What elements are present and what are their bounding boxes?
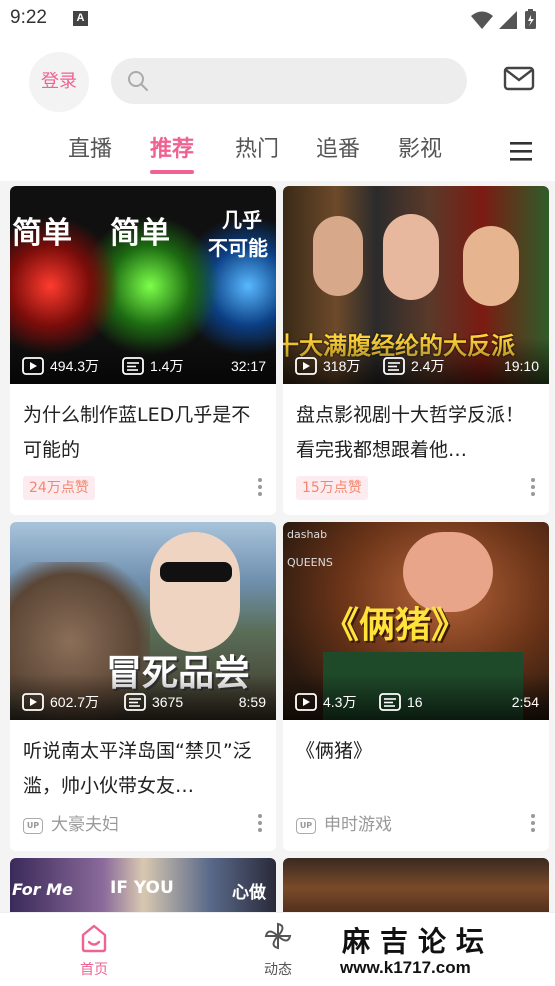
- thumbnail-caption: QUEENS: [287, 556, 333, 569]
- video-card[interactable]: dashab QUEENS 《俩猪》 4.3万 16 2:54 《俩猪》 UP 申…: [283, 522, 549, 851]
- video-thumbnail[interactable]: dashab QUEENS 《俩猪》 4.3万 16 2:54: [283, 522, 549, 720]
- watermark: 麻吉论坛 www.k1717.com: [330, 914, 500, 980]
- thumbnail-sunglasses: [160, 562, 232, 582]
- video-thumbnail[interactable]: 简单 简单 几乎 不可能 494.3万 1.4万 32:17: [10, 186, 276, 384]
- video-duration: 32:17: [230, 358, 266, 374]
- video-card[interactable]: 简单 简单 几乎 不可能 494.3万 1.4万 32:17 为什么制作蓝LED…: [10, 186, 276, 515]
- thumbnail-caption: 不可能: [208, 236, 268, 260]
- thumbnail-caption: 几乎: [222, 208, 262, 232]
- video-title[interactable]: 为什么制作蓝LED几乎是不可能的: [23, 398, 263, 468]
- video-stats: 4.3万 16 2:54: [295, 692, 539, 712]
- tab-film-tv[interactable]: 影视: [398, 130, 442, 176]
- uploader-name: 大豪夫妇: [51, 815, 119, 835]
- tab-hot[interactable]: 热门: [235, 130, 279, 176]
- uploader[interactable]: UP 申时游戏: [296, 814, 392, 836]
- up-icon: UP: [23, 818, 43, 834]
- video-stats: 602.7万 3675 8:59: [22, 692, 266, 712]
- video-title[interactable]: 盘点影视剧十大哲学反派！看完我都想跟着他…: [296, 398, 536, 468]
- danmaku-count-icon: [122, 357, 144, 375]
- more-vertical-icon[interactable]: [531, 478, 535, 496]
- notification-icon: A: [73, 11, 88, 26]
- play-count-icon: [295, 693, 317, 711]
- video-duration: 8:59: [238, 694, 266, 710]
- video-card[interactable]: For Me IF YOU 心做: [10, 858, 276, 918]
- nav-home[interactable]: 首页: [54, 913, 134, 986]
- like-badge: 24万点赞: [23, 476, 95, 500]
- video-card[interactable]: 十大满腹经纶的大反派 318万 2.4万 19:10 盘点影视剧十大哲学反派！看…: [283, 186, 549, 515]
- watermark-title: 麻吉论坛: [342, 925, 495, 958]
- signal-icon: [499, 11, 517, 29]
- video-thumbnail[interactable]: [283, 858, 549, 918]
- search-icon: [128, 71, 148, 91]
- tab-follow-anime[interactable]: 追番: [316, 130, 360, 176]
- category-tabs: 直播 推荐 热门 追番 影视: [0, 130, 555, 176]
- video-stats: 318万 2.4万 19:10: [295, 356, 539, 376]
- thumbnail-caption: dashab: [287, 528, 328, 541]
- pinwheel-icon: [264, 922, 292, 950]
- video-title[interactable]: 听说南太平洋岛国“禁贝”泛滥，帅小伙带女友…: [23, 734, 263, 804]
- video-stats: 494.3万 1.4万 32:17: [22, 356, 266, 376]
- thumbnail-caption: 《俩猪》: [323, 605, 468, 646]
- nav-activity[interactable]: 动态: [238, 913, 318, 986]
- danmaku-count-icon: [379, 693, 401, 711]
- danmaku-count-icon: [124, 693, 146, 711]
- thumbnail-caption: For Me: [12, 880, 73, 899]
- thumbnail-face: [150, 532, 240, 652]
- login-button[interactable]: 登录: [29, 52, 89, 112]
- nav-home-label: 首页: [80, 962, 108, 978]
- danmaku-count-icon: [383, 357, 405, 375]
- mail-icon[interactable]: [503, 66, 535, 92]
- thumbnail-caption: IF YOU: [110, 878, 174, 898]
- system-status-icons: [471, 9, 536, 29]
- like-badge: 15万点赞: [296, 476, 368, 500]
- menu-icon[interactable]: [510, 141, 532, 161]
- thumbnail-face: [463, 226, 519, 306]
- more-vertical-icon[interactable]: [258, 814, 262, 832]
- wifi-icon: [471, 11, 493, 29]
- video-title[interactable]: 《俩猪》: [296, 734, 536, 804]
- video-duration: 2:54: [511, 694, 539, 710]
- home-icon: [81, 924, 107, 953]
- thumbnail-caption: 简单: [12, 216, 72, 251]
- thumbnail-face: [313, 216, 363, 296]
- status-bar: 9:22 A: [0, 0, 555, 38]
- thumbnail-caption: 简单: [110, 216, 170, 251]
- video-card[interactable]: 冒死品尝 602.7万 3675 8:59 听说南太平洋岛国“禁贝”泛滥，帅小伙…: [10, 522, 276, 851]
- video-thumbnail[interactable]: 十大满腹经纶的大反派 318万 2.4万 19:10: [283, 186, 549, 384]
- play-count-icon: [22, 693, 44, 711]
- video-card[interactable]: [283, 858, 549, 918]
- uploader[interactable]: UP 大豪夫妇: [23, 814, 119, 836]
- uploader-name: 申时游戏: [324, 815, 392, 835]
- up-icon: UP: [296, 818, 316, 834]
- thumbnail-face: [383, 214, 439, 300]
- video-thumbnail[interactable]: For Me IF YOU 心做: [10, 858, 276, 918]
- video-duration: 19:10: [503, 358, 539, 374]
- play-count-icon: [295, 357, 317, 375]
- search-input[interactable]: [111, 58, 467, 104]
- video-thumbnail[interactable]: 冒死品尝 602.7万 3675 8:59: [10, 522, 276, 720]
- nav-activity-label: 动态: [264, 962, 292, 978]
- status-time: 9:22: [10, 7, 47, 28]
- tab-recommend[interactable]: 推荐: [150, 130, 195, 176]
- play-count-icon: [22, 357, 44, 375]
- more-vertical-icon[interactable]: [258, 478, 262, 496]
- more-vertical-icon[interactable]: [531, 814, 535, 832]
- top-header: 登录 直播 推荐 热门 追番 影视: [0, 38, 555, 181]
- tab-live[interactable]: 直播: [68, 130, 112, 176]
- thumbnail-caption: 心做: [232, 883, 266, 903]
- watermark-url: www.k1717.com: [340, 958, 471, 977]
